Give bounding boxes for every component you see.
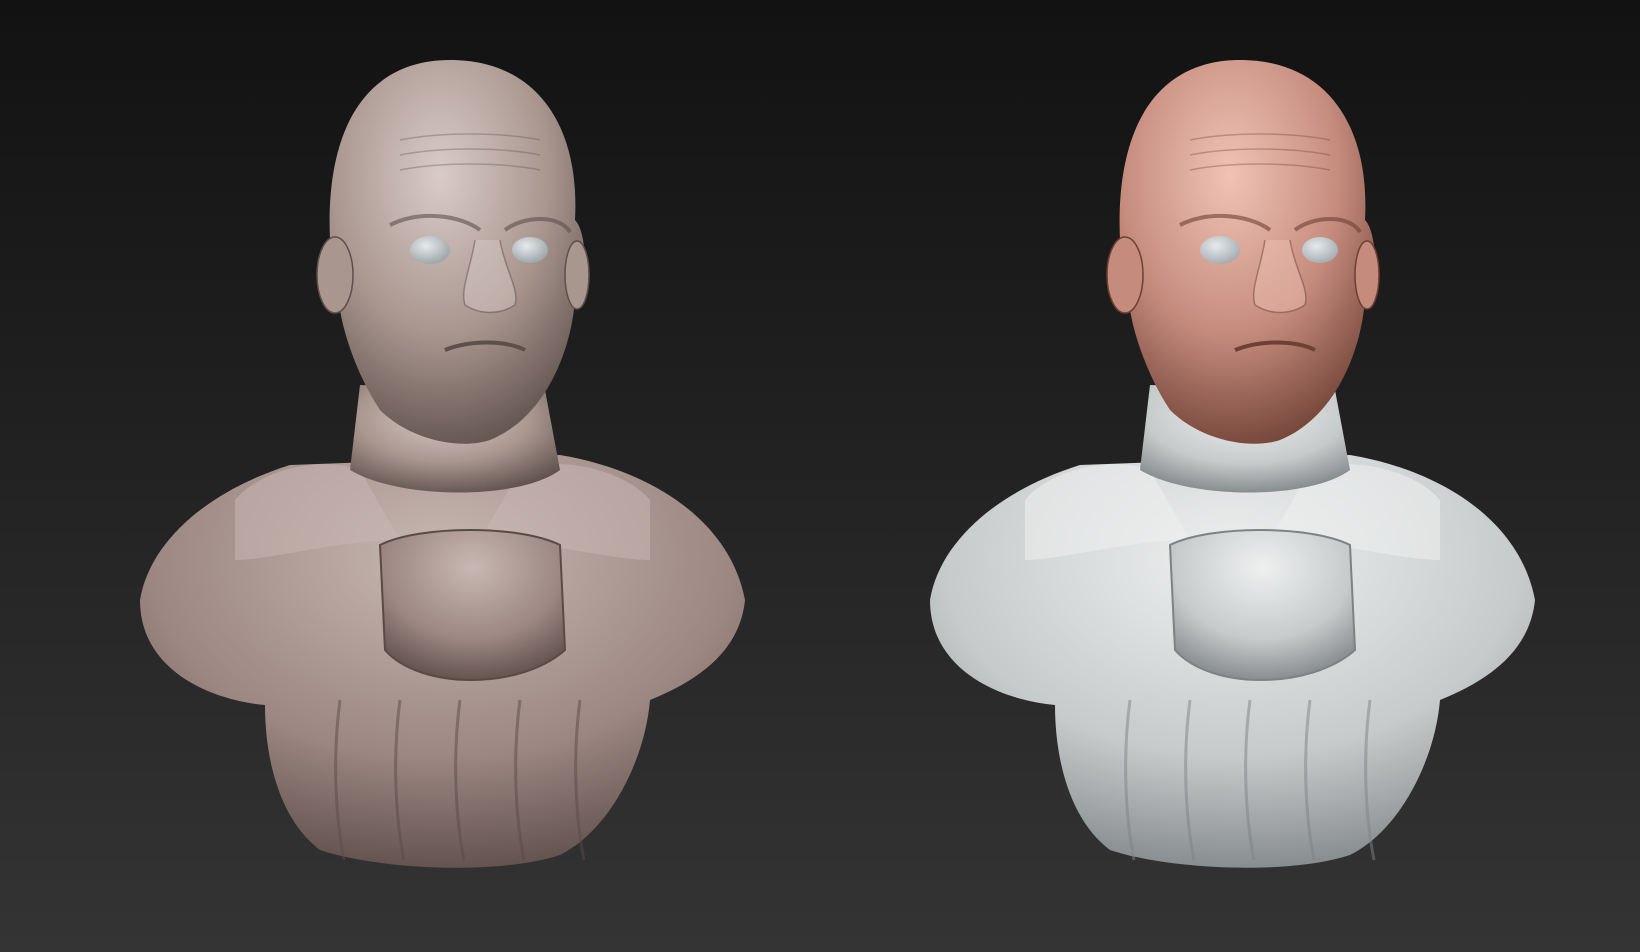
render-viewport [0,0,1640,952]
right-eye [512,237,548,263]
painted-bust-figure [930,60,1535,868]
clay-bust [0,0,820,952]
chest-plate [378,529,567,681]
painted-bust [820,0,1640,952]
left-eye [1200,236,1240,264]
right-ear [564,240,590,310]
right-eye [1302,237,1338,263]
right-ear [1354,240,1380,310]
left-ear [316,236,354,314]
clay-bust-figure [140,60,745,868]
left-ear [1106,236,1144,314]
left-eye [410,236,450,264]
chest-plate [1168,529,1357,681]
